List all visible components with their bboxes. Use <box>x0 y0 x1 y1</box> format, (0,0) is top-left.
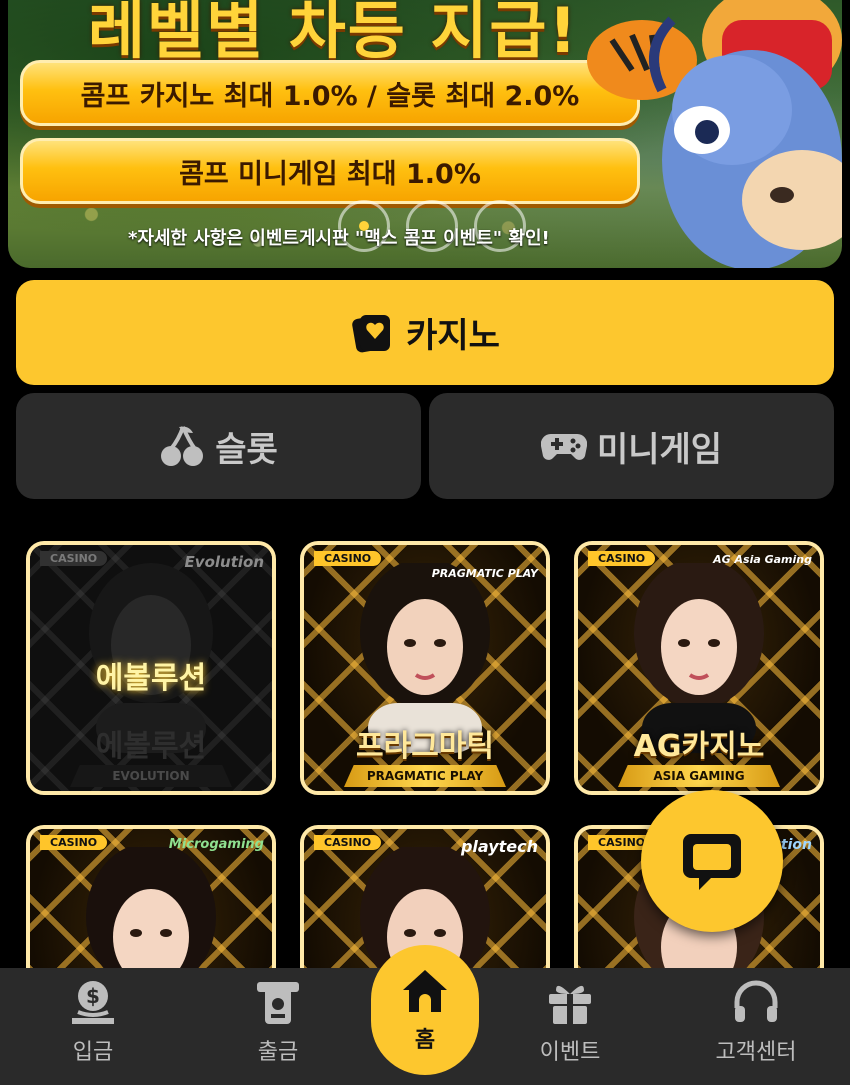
gift-icon <box>549 985 591 1024</box>
category-casino-button[interactable]: 카지노 <box>16 280 834 385</box>
nav-support-label: 고객센터 <box>715 1040 797 1065</box>
nav-home[interactable]: 홈 <box>371 945 479 1075</box>
nav-event-label: 이벤트 <box>539 1040 601 1065</box>
chat-button[interactable] <box>641 790 783 932</box>
nav-support[interactable]: 고객센터 <box>686 978 826 1078</box>
nav-withdraw[interactable]: 출금 <box>208 978 348 1078</box>
banner-pill-minigame: 콤프 미니게임 최대 1.0% <box>20 138 640 204</box>
nav-deposit-label: 입금 <box>72 1040 114 1065</box>
card-english-name: PRAGMATIC PLAY <box>344 765 506 787</box>
cartoon-characters-illustration <box>587 0 842 268</box>
banner-note: *자세한 사항은 이벤트게시판 "맥스 콤프 이벤트" 확인! <box>128 228 550 249</box>
coin-deposit-icon: $ <box>72 981 114 1024</box>
category-minigame-label: 미니게임 <box>596 429 723 470</box>
headset-icon <box>734 980 778 1022</box>
svg-text:$: $ <box>86 984 100 1008</box>
page: 레벨별 차등 지급! 콤프 카지노 최대 1.0% / 슬롯 최대 2.0% 콤… <box>0 0 850 1085</box>
casino-tag: CASINO <box>588 551 656 566</box>
provider-logo: PRAGMATIC PLAY <box>431 567 538 580</box>
category-minigame-button[interactable]: 미니게임 <box>429 393 834 499</box>
category-slot-button[interactable]: 슬롯 <box>16 393 421 499</box>
casino-card-icon <box>352 314 391 352</box>
nav-home-circle: 홈 <box>371 945 479 1075</box>
card-korean-name: AG카지노 <box>633 729 765 764</box>
card-english-name: ASIA GAMING <box>618 765 780 787</box>
game-card-ag[interactable]: CASINO AG Asia Gaming AG카지노 ASIA GAMING <box>574 541 824 795</box>
casino-tag: CASINO <box>314 551 382 566</box>
nav-withdraw-label: 출금 <box>257 1040 299 1065</box>
game-card-pragmatic[interactable]: CASINO PRAGMATIC PLAY 프라그마틱 PRAGMATIC PL… <box>300 541 550 795</box>
card-english-name: EVOLUTION <box>70 765 232 787</box>
category-casino-label: 카지노 <box>406 316 500 356</box>
category-slot-label: 슬롯 <box>215 429 278 470</box>
provider-logo: Microgaming <box>168 837 264 852</box>
game-card-evolution[interactable]: CASINO Evolution 에볼루션 에볼루션 EVOLUTION <box>26 541 276 795</box>
card-korean-name: 에볼루션 <box>95 729 207 764</box>
banner-pill-casino-slot: 콤프 카지노 최대 1.0% / 슬롯 최대 2.0% <box>20 60 640 126</box>
nav-home-label: 홈 <box>414 1028 436 1053</box>
gamepad-icon <box>540 433 587 460</box>
chat-bubble-icon <box>683 834 741 890</box>
nav-event[interactable]: 이벤트 <box>500 978 640 1078</box>
home-icon <box>403 970 447 1012</box>
card-korean-name: 프라그마틱 <box>356 729 494 764</box>
atm-withdraw-icon <box>257 982 299 1024</box>
casino-tag: CASINO <box>314 835 382 850</box>
provider-logo: Evolution <box>184 553 264 571</box>
provider-logo: playtech <box>460 837 538 856</box>
provider-logo: AG Asia Gaming <box>713 553 812 566</box>
promo-banner[interactable]: 레벨별 차등 지급! 콤프 카지노 최대 1.0% / 슬롯 최대 2.0% 콤… <box>8 0 842 268</box>
casino-tag: CASINO <box>40 835 108 850</box>
casino-tag: CASINO <box>40 551 108 566</box>
card-overlay-label: 에볼루션 <box>95 661 207 696</box>
nav-deposit[interactable]: $ 입금 <box>23 978 163 1078</box>
cherry-icon <box>161 426 204 466</box>
